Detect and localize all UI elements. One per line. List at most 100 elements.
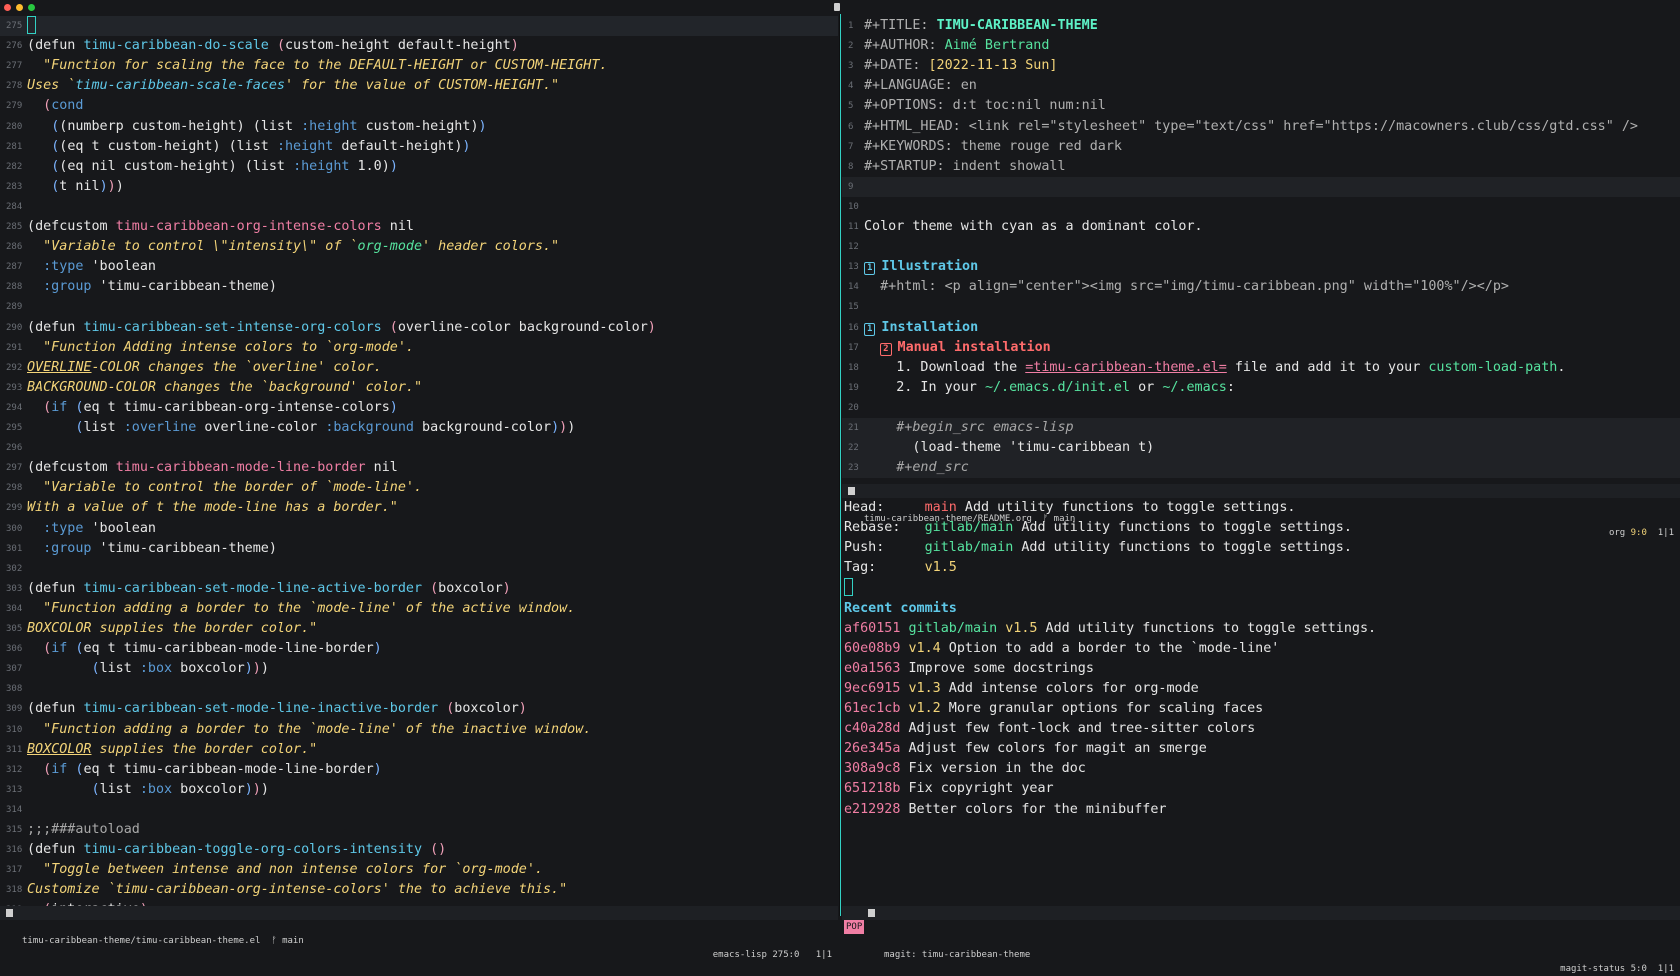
code-line[interactable]: 293 BACKGROUND-COLOR changes the `backgro… — [0, 378, 838, 398]
code-line[interactable]: 16 1 Installation — [842, 318, 1680, 338]
right-top-modeline: timu-caribbean-theme/README.org ᚠ main o… — [842, 484, 1680, 538]
code-line[interactable]: 286 "Variable to control \"intensity\" o… — [0, 237, 838, 257]
code-line[interactable]: 297 (defcustom timu-caribbean-mode-line-b… — [0, 458, 838, 478]
magit-row[interactable]: Rebase: gitlab/main Add utility function… — [842, 518, 1680, 538]
code-line[interactable]: 288 :group 'timu-caribbean-theme) — [0, 277, 838, 297]
code-line[interactable]: 2 #+AUTHOR: Aimé Bertrand — [842, 36, 1680, 56]
code-line[interactable]: 316 (defun timu-caribbean-toggle-org-colo… — [0, 840, 838, 860]
code-line[interactable]: 275 — [0, 16, 838, 36]
magit-row[interactable]: af60151 gitlab/main v1.5 Add utility fun… — [842, 619, 1680, 639]
code-line[interactable]: 301 :group 'timu-caribbean-theme) — [0, 539, 838, 559]
magit-row[interactable]: Tag: v1.5 — [842, 558, 1680, 578]
code-line[interactable]: 299 With a value of t the mode-line has a… — [0, 498, 838, 518]
code-line[interactable]: 312 (if (eq t timu-caribbean-mode-line-b… — [0, 760, 838, 780]
code-line[interactable]: 276 (defun timu-caribbean-do-scale (custo… — [0, 36, 838, 56]
code-line[interactable]: 285 (defcustom timu-caribbean-org-intense… — [0, 217, 838, 237]
close-window-button[interactable] — [4, 4, 11, 11]
zoom-window-button[interactable] — [28, 4, 35, 11]
code-text: "Function adding a border to the `mode-l… — [43, 721, 592, 737]
code-line[interactable]: 303 (defun timu-caribbean-set-mode-line-a… — [0, 579, 838, 599]
code-line[interactable]: 283 (t nil))) — [0, 177, 838, 197]
code-line[interactable]: 278 Uses `timu-caribbean-scale-faces' for… — [0, 76, 838, 96]
magit-row[interactable]: 26e345a Adjust few colors for magit an s… — [842, 739, 1680, 759]
code-line[interactable]: 295 (list :overline overline-color :back… — [0, 418, 838, 438]
code-text: (defun timu-caribbean-set-mode-line-inac… — [27, 701, 527, 717]
code-line[interactable]: 314 — [0, 800, 838, 820]
code-line[interactable]: 6 #+HTML_HEAD: <link rel="stylesheet" typ… — [842, 117, 1680, 137]
magit-row[interactable]: Head: main Add utility functions to togg… — [842, 498, 1680, 518]
code-line[interactable]: 289 — [0, 297, 838, 317]
code-line[interactable]: 15 — [842, 297, 1680, 317]
magit-status-pane[interactable]: Head: main Add utility functions to togg… — [842, 498, 1680, 906]
readme-org-pane[interactable]: 1 #+TITLE: TIMU-CARIBBEAN-THEME 2 #+AUTHOR:… — [842, 14, 1680, 484]
code-line[interactable]: 10 — [842, 197, 1680, 217]
code-line[interactable]: 5 #+OPTIONS: d:t toc:nil num:nil — [842, 96, 1680, 116]
code-line[interactable]: 17 2 Manual installation — [842, 338, 1680, 358]
magit-row[interactable]: e212928 Better colors for the minibuffer — [842, 800, 1680, 820]
line-number: 303 — [6, 583, 23, 594]
code-line[interactable]: 279 (cond — [0, 96, 838, 116]
magit-row[interactable]: Recent commits — [842, 599, 1680, 619]
code-line[interactable]: 291 "Function Adding intense colors to `… — [0, 338, 838, 358]
left-editor-pane[interactable]: 275 276 (defun timu-caribbean-do-scale (cu… — [0, 14, 838, 906]
code-line[interactable]: 9 — [842, 176, 1680, 197]
code-line[interactable]: 20 — [842, 398, 1680, 418]
magit-row[interactable]: 9ec6915 v1.3 Add intense colors for org-… — [842, 679, 1680, 699]
code-line[interactable]: 7 #+KEYWORDS: theme rouge red dark — [842, 137, 1680, 157]
code-line[interactable]: 11 Color theme with cyan as a dominant co… — [842, 217, 1680, 237]
code-text: (defcustom timu-caribbean-mode-line-bord… — [27, 460, 398, 476]
code-line[interactable]: 284 — [0, 197, 838, 217]
magit-row[interactable]: 61ec1cb v1.2 More granular options for s… — [842, 699, 1680, 719]
code-line[interactable]: 310 "Function adding a border to the `mo… — [0, 720, 838, 740]
code-line[interactable]: 292 OVERLINE-COLOR changes the `overline'… — [0, 358, 838, 378]
code-line[interactable]: 290 (defun timu-caribbean-set-intense-org… — [0, 318, 838, 338]
code-line[interactable]: 318 Customize `timu-caribbean-org-intense… — [0, 880, 838, 900]
magit-row[interactable]: 60e08b9 v1.4 Option to add a border to t… — [842, 639, 1680, 659]
code-line[interactable]: 12 — [842, 237, 1680, 257]
code-line[interactable]: 317 "Toggle between intense and non inte… — [0, 860, 838, 880]
line-number: 317 — [6, 865, 23, 876]
magit-row[interactable]: c40a28d Adjust few font-lock and tree-si… — [842, 719, 1680, 739]
code-line[interactable]: 307 (list :box boxcolor))) — [0, 659, 838, 679]
code-line[interactable]: 311 BOXCOLOR supplies the border color." — [0, 740, 838, 760]
code-line[interactable]: 23 #+end_src — [842, 458, 1680, 479]
code-line[interactable]: 305 BOXCOLOR supplies the border color." — [0, 619, 838, 639]
magit-row[interactable]: Push: gitlab/main Add utility functions … — [842, 538, 1680, 558]
code-line[interactable]: 300 :type 'boolean — [0, 519, 838, 539]
code-line[interactable]: 296 — [0, 438, 838, 458]
code-line[interactable]: 309 (defun timu-caribbean-set-mode-line-i… — [0, 699, 838, 719]
code-text: (cond — [43, 98, 84, 114]
code-line[interactable]: 306 (if (eq t timu-caribbean-mode-line-b… — [0, 639, 838, 659]
code-line[interactable]: 282 ((eq nil custom-height) (list :heigh… — [0, 157, 838, 177]
magit-modeline-pos: 5:0 — [1630, 964, 1647, 974]
code-line[interactable]: 277 "Function for scaling the face to th… — [0, 56, 838, 76]
code-line[interactable]: 304 "Function adding a border to the `mo… — [0, 599, 838, 619]
code-line[interactable]: 302 — [0, 559, 838, 579]
code-line[interactable]: 14 #+html: <p align="center"><img src="i… — [842, 277, 1680, 297]
code-line[interactable]: 3 #+DATE: [2022-11-13 Sun] — [842, 56, 1680, 76]
code-line[interactable]: 13 1 Illustration — [842, 257, 1680, 277]
code-line[interactable]: 8 #+STARTUP: indent showall — [842, 157, 1680, 177]
magit-row[interactable] — [842, 578, 1680, 598]
code-line[interactable]: 315 ;;;###autoload — [0, 820, 838, 840]
code-line[interactable]: 1 #+TITLE: TIMU-CARIBBEAN-THEME — [842, 16, 1680, 36]
code-line[interactable]: 298 "Variable to control the border of `… — [0, 478, 838, 498]
magit-row[interactable]: 308a9c8 Fix version in the doc — [842, 759, 1680, 779]
code-line[interactable]: 313 (list :box boxcolor))) — [0, 780, 838, 800]
code-line[interactable]: 4 #+LANGUAGE: en — [842, 76, 1680, 96]
code-line[interactable]: 21 #+begin_src emacs-lisp — [842, 418, 1680, 438]
magit-row[interactable]: 651218b Fix copyright year — [842, 779, 1680, 799]
minimize-window-button[interactable] — [16, 4, 23, 11]
code-line[interactable]: 294 (if (eq t timu-caribbean-org-intense… — [0, 398, 838, 418]
code-text: #+AUTHOR: Aimé Bertrand — [864, 38, 1050, 54]
line-number: 316 — [6, 845, 23, 856]
code-line[interactable]: 280 ((numberp custom-height) (list :heig… — [0, 117, 838, 137]
code-line[interactable]: 287 :type 'boolean — [0, 257, 838, 277]
code-line[interactable]: 19 2. In your ~/.emacs.d/init.el or ~/.e… — [842, 378, 1680, 398]
code-line[interactable]: 22 (load-theme 'timu-caribbean t) — [842, 438, 1680, 459]
line-number: 280 — [6, 121, 23, 132]
code-line[interactable]: 308 — [0, 679, 838, 699]
code-line[interactable]: 18 1. Download the =timu-caribbean-theme… — [842, 358, 1680, 378]
code-line[interactable]: 281 ((eq t custom-height) (list :height … — [0, 137, 838, 157]
magit-row[interactable]: e0a1563 Improve some docstrings — [842, 659, 1680, 679]
